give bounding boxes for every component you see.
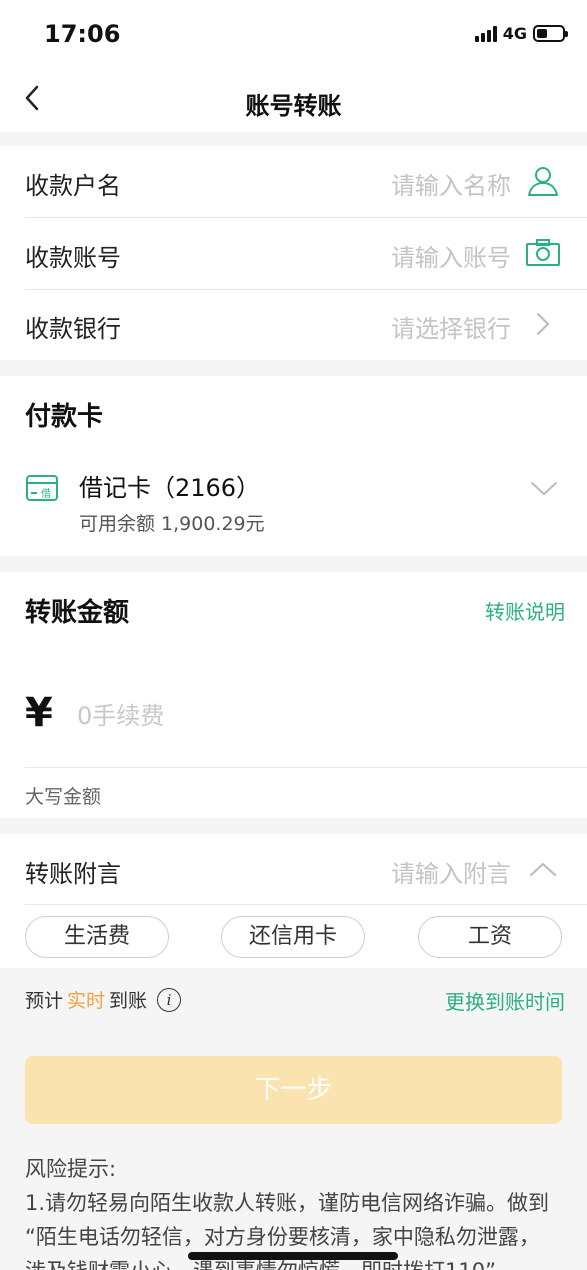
payment-card-name[interactable]: 借记卡（2166） bbox=[79, 468, 260, 503]
battery-icon bbox=[533, 25, 568, 42]
chevron-right-icon bbox=[524, 305, 562, 343]
card-icon-text: 借 bbox=[41, 488, 51, 500]
payee-name-input[interactable]: 请输入名称 bbox=[391, 166, 511, 201]
tag-salary[interactable]: 工资 bbox=[418, 916, 562, 958]
transfer-explain-link[interactable]: 转账说明 bbox=[485, 596, 565, 625]
tag-living-expenses[interactable]: 生活费 bbox=[25, 916, 169, 958]
amount-section: 转账金额 转账说明 ¥ 0手续费 大写金额 bbox=[0, 572, 587, 818]
message-input[interactable]: 请输入附言 bbox=[391, 854, 511, 889]
risk-line: 1.请勿轻易向陌生收款人转账，谨防电信网络诈骗。做到 bbox=[25, 1191, 550, 1215]
nav-bar: 账号转账 bbox=[0, 68, 587, 132]
payee-card: 收款户名 请输入名称 收款账号 请输入账号 收款银行 请选择银行 bbox=[0, 146, 587, 360]
camera-icon[interactable] bbox=[524, 234, 562, 272]
payment-card-balance: 可用余额 1,900.29元 bbox=[79, 513, 265, 535]
risk-title: 风险提示: bbox=[25, 1157, 117, 1181]
arrival-estimate: 预计 实时 到账 i bbox=[25, 986, 182, 1013]
info-icon[interactable]: i bbox=[157, 987, 182, 1012]
payee-name-label: 收款户名 bbox=[25, 172, 121, 200]
network-type: 4G bbox=[502, 24, 527, 43]
payment-card-section: 付款卡 借 借记卡（2166） 可用余额 1,900.29元 bbox=[0, 376, 587, 556]
person-icon[interactable] bbox=[524, 162, 562, 200]
payee-bank-label: 收款银行 bbox=[25, 315, 121, 343]
payee-account-label: 收款账号 bbox=[25, 244, 121, 272]
home-indicator bbox=[188, 1252, 398, 1260]
chevron-up-icon[interactable] bbox=[524, 850, 562, 888]
eta-prefix: 预计 bbox=[25, 990, 64, 1012]
amount-title: 转账金额 bbox=[25, 598, 130, 628]
payment-card-title: 付款卡 bbox=[25, 402, 104, 432]
payee-account-input[interactable]: 请输入账号 bbox=[391, 238, 511, 273]
tag-credit-card-repay[interactable]: 还信用卡 bbox=[221, 916, 365, 958]
upper-case-amount-label: 大写金额 bbox=[25, 786, 102, 808]
change-arrival-time-link[interactable]: 更换到账时间 bbox=[445, 986, 565, 1015]
page-title: 账号转账 bbox=[245, 92, 342, 120]
payee-name-row[interactable]: 收款户名 请输入名称 bbox=[0, 146, 587, 218]
bank-card-icon: 借 bbox=[25, 474, 59, 506]
status-indicators: 4G bbox=[474, 24, 568, 43]
risk-line: “陌生电话勿轻信，对方身份要核清，家中隐私勿泄露， bbox=[25, 1225, 540, 1249]
message-label: 转账附言 bbox=[25, 860, 121, 888]
status-bar: 17:06 4G bbox=[0, 0, 587, 68]
payee-bank-row[interactable]: 收款银行 请选择银行 bbox=[0, 289, 587, 361]
chevron-down-icon[interactable] bbox=[529, 480, 559, 502]
next-button[interactable]: 下一步 bbox=[25, 1056, 562, 1124]
amount-input[interactable]: 0手续费 bbox=[77, 696, 164, 731]
status-time: 17:06 bbox=[44, 20, 121, 48]
signal-icon bbox=[474, 25, 497, 42]
eta-highlight: 实时 bbox=[67, 990, 106, 1012]
message-row[interactable]: 转账附言 请输入附言 bbox=[0, 834, 587, 906]
payee-bank-select[interactable]: 请选择银行 bbox=[391, 309, 511, 344]
currency-symbol: ¥ bbox=[25, 690, 53, 736]
eta-suffix: 到账 bbox=[109, 990, 148, 1012]
payee-account-row[interactable]: 收款账号 请输入账号 bbox=[0, 218, 587, 290]
